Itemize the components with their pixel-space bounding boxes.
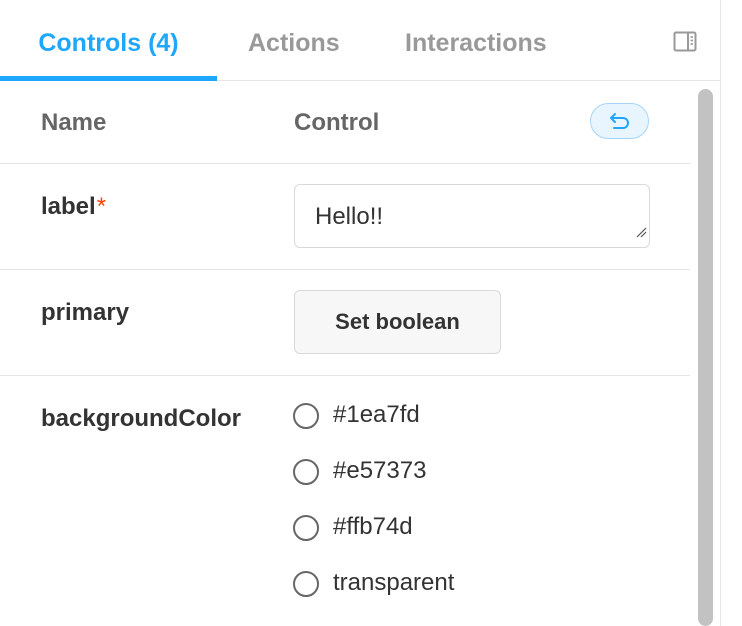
name-column-header: Name <box>41 109 107 136</box>
table-header-row: Name Control <box>0 81 690 164</box>
radio-button[interactable] <box>293 459 319 485</box>
prop-name-label: label* <box>41 193 106 221</box>
resize-handle-icon[interactable] <box>635 217 647 245</box>
addon-tab-bar: Controls (4) Actions Interactions <box>0 0 720 81</box>
tab-controls[interactable]: Controls (4) <box>0 0 217 80</box>
radio-label: #ffb74d <box>333 513 413 540</box>
radio-label: #1ea7fd <box>333 401 420 428</box>
prop-name-primary: primary <box>41 299 130 326</box>
right-edge-strip <box>721 0 742 626</box>
table-row-backgroundcolor: backgroundColor #1ea7fd #e57373 #ffb74d … <box>0 376 690 626</box>
radio-button[interactable] <box>293 571 319 597</box>
controls-table: Name Control label* Hello!! primary Set … <box>0 81 690 626</box>
table-row-label: label* Hello!! <box>0 164 690 270</box>
label-input-value: Hello!! <box>315 203 384 230</box>
radio-button[interactable] <box>293 403 319 429</box>
tab-interactions[interactable]: Interactions <box>405 0 547 80</box>
radio-label: transparent <box>333 569 455 596</box>
scrollbar-thumb[interactable] <box>698 89 713 626</box>
prop-name-text: label <box>41 193 96 220</box>
set-boolean-button[interactable]: Set boolean <box>294 290 501 354</box>
required-marker: * <box>96 193 107 220</box>
reset-controls-button[interactable] <box>590 103 649 139</box>
tab-actions[interactable]: Actions <box>248 0 340 80</box>
table-row-primary: primary Set boolean <box>0 270 690 376</box>
control-column-header: Control <box>294 109 380 136</box>
prop-name-backgroundcolor: backgroundColor <box>41 405 242 432</box>
radio-button[interactable] <box>293 515 319 541</box>
sidebar-panel-icon[interactable] <box>673 30 697 54</box>
controls-panel: Controls (4) Actions Interactions Name C… <box>0 0 721 626</box>
label-text-input[interactable]: Hello!! <box>294 184 650 248</box>
radio-label: #e57373 <box>333 457 427 484</box>
